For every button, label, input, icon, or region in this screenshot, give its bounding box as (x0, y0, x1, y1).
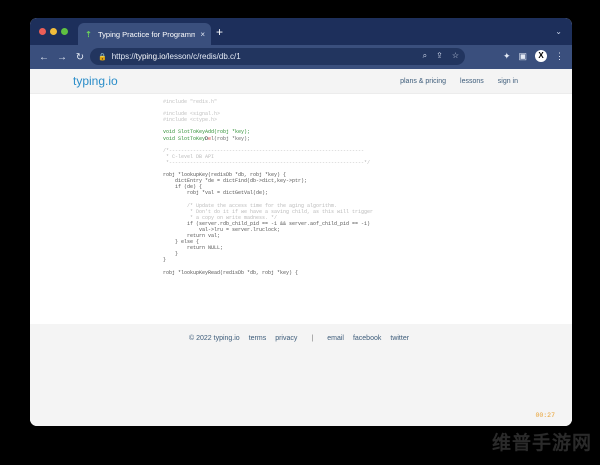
reload-icon[interactable]: ↻ (72, 52, 88, 63)
footer-link-facebook[interactable]: facebook (353, 335, 381, 342)
footer-link-privacy[interactable]: privacy (275, 335, 297, 342)
code-line: robj *lookupKeyRead(redisDb *db, robj *k… (163, 269, 299, 276)
back-icon[interactable]: ← (36, 52, 52, 63)
share-icon[interactable]: ⇪ (436, 51, 443, 61)
minimize-window-button[interactable] (50, 28, 57, 35)
nav-sign-in[interactable]: sign in (498, 78, 518, 85)
footer-divider: | (311, 335, 314, 342)
sidebar-icon[interactable]: ▣ (518, 51, 527, 62)
site-header: typing.io plans & pricing lessons sign i… (30, 69, 572, 94)
typing-area[interactable]: #include "redis.h" #include <signal.h> #i… (30, 94, 572, 324)
tab-title: Typing Practice for Programme (98, 29, 196, 39)
forward-icon[interactable]: → (54, 52, 70, 63)
tab-typing-practice[interactable]: ⇡ Typing Practice for Programme × (78, 23, 211, 45)
url-text[interactable]: https://typing.io/lesson/c/redis/db.c/1 (112, 52, 241, 61)
watermark-text: 维普手游网 (491, 432, 592, 454)
profile-avatar[interactable]: X (535, 50, 547, 62)
typing-timer: 00:27 (535, 412, 555, 419)
address-bar[interactable]: 🔒 https://typing.io/lesson/c/redis/db.c/… (90, 48, 465, 65)
extensions-icon[interactable]: ✦ (503, 51, 511, 62)
tab-search-icon[interactable]: ⌄ (555, 27, 562, 36)
nav-plans-pricing[interactable]: plans & pricing (400, 78, 446, 85)
lock-icon[interactable]: 🔒 (98, 53, 107, 61)
copyright-text: © 2022 typing.io (189, 335, 240, 342)
close-window-button[interactable] (39, 28, 46, 35)
bookmark-star-icon[interactable]: ☆ (452, 51, 459, 61)
code-typed-text: void SlotToKey (163, 135, 206, 142)
new-tab-button[interactable]: + (216, 26, 223, 38)
code-untyped-text: l(robj *key); (211, 135, 251, 142)
tab-close-icon[interactable]: × (200, 30, 205, 39)
maximize-window-button[interactable] (61, 28, 68, 35)
browser-window: ⇡ Typing Practice for Programme × + ⌄ ← … (30, 18, 572, 426)
tab-bar: ⇡ Typing Practice for Programme × + ⌄ (30, 18, 572, 45)
zoom-icon[interactable]: ⌕ (423, 51, 427, 61)
site-logo[interactable]: typing.io (73, 74, 118, 88)
footer-link-twitter[interactable]: twitter (390, 335, 409, 342)
menu-icon[interactable]: ⋮ (555, 51, 564, 62)
browser-toolbar: ← → ↻ 🔒 https://typing.io/lesson/c/redis… (30, 45, 572, 69)
footer-link-terms[interactable]: terms (249, 335, 267, 342)
nav-lessons[interactable]: lessons (460, 78, 484, 85)
footer-link-email[interactable]: email (327, 335, 344, 342)
typing-favicon-icon: ⇡ (85, 29, 92, 39)
site-footer: © 2022 typing.io terms privacy | email f… (30, 324, 572, 426)
code-block[interactable]: #include "redis.h" #include <signal.h> #i… (163, 99, 463, 276)
